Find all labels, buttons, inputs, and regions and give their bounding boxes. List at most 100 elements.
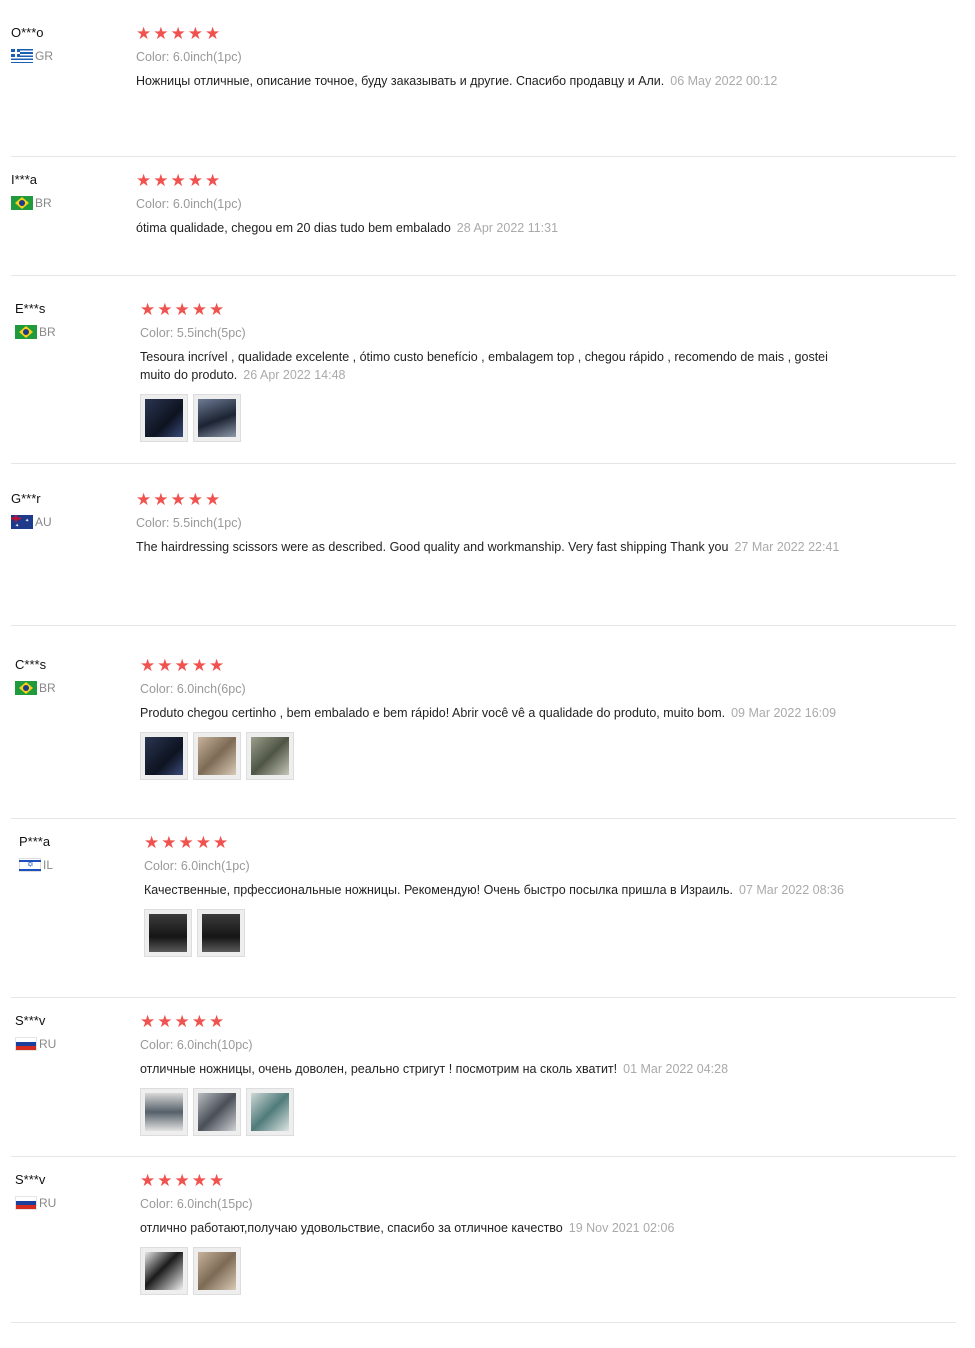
review-item: O***o GR ★★★★★ Color: 6.0inch(1pc) Ножни… bbox=[11, 25, 956, 157]
sku-value: 6.0inch(1pc) bbox=[172, 50, 242, 64]
review-item: G***r ✦ ✦ AU ★★★★★ Color: 5.5inch(1pc) Th… bbox=[11, 491, 956, 626]
reviewer-country: BR bbox=[15, 681, 125, 695]
sku-value: 6.0inch(15pc) bbox=[176, 1197, 253, 1211]
review-body: The hairdressing scissors were as descri… bbox=[136, 540, 729, 554]
sku-label: Color: bbox=[140, 682, 174, 696]
flag-icon bbox=[15, 681, 37, 695]
star-rating-icon: ★★★★★ bbox=[136, 490, 223, 509]
review-text: Produto chegou certinho , bem embalado e… bbox=[140, 704, 860, 722]
review-item: E***s BR ★★★★★ Color: 5.5inch(5pc) Tesou… bbox=[11, 301, 956, 464]
review-text: Tesoura incrível , qualidade excelente ,… bbox=[140, 348, 860, 384]
sku-info: Color: 6.0inch(1pc) bbox=[136, 197, 856, 211]
review-text: отлично работают,получаю удовольствие, с… bbox=[140, 1219, 860, 1237]
review-content: ★★★★★ Color: 6.0inch(1pc) ótima qualidad… bbox=[136, 172, 856, 237]
reviewer-info: P***a ✡ IL bbox=[19, 834, 129, 872]
review-content: ★★★★★ Color: 6.0inch(1pc) Качественные, … bbox=[144, 834, 864, 957]
country-code: BR bbox=[39, 325, 56, 339]
review-photo-thumbnail[interactable] bbox=[193, 1247, 241, 1295]
review-date: 26 Apr 2022 14:48 bbox=[243, 368, 346, 382]
review-photos bbox=[140, 394, 860, 442]
review-content: ★★★★★ Color: 6.0inch(6pc) Produto chegou… bbox=[140, 657, 860, 780]
sku-value: 5.5inch(1pc) bbox=[172, 516, 242, 530]
sku-value: 5.5inch(5pc) bbox=[176, 326, 246, 340]
sku-label: Color: bbox=[144, 859, 178, 873]
sku-info: Color: 6.0inch(6pc) bbox=[140, 682, 860, 696]
reviewer-name: P***a bbox=[19, 834, 51, 849]
flag-icon bbox=[15, 325, 37, 339]
review-photo-thumbnail[interactable] bbox=[144, 909, 192, 957]
sku-info: Color: 6.0inch(15pc) bbox=[140, 1197, 860, 1211]
sku-value: 6.0inch(1pc) bbox=[172, 197, 242, 211]
review-content: ★★★★★ Color: 5.5inch(5pc) Tesoura incrív… bbox=[140, 301, 860, 442]
reviewer-info: S***v RU bbox=[15, 1013, 125, 1051]
country-code: BR bbox=[35, 196, 52, 210]
reviewer-info: O***o GR bbox=[11, 25, 121, 63]
review-content: ★★★★★ Color: 6.0inch(15pc) отлично работ… bbox=[140, 1172, 860, 1295]
reviewer-name: G***r bbox=[11, 491, 41, 506]
review-date: 28 Apr 2022 11:31 bbox=[456, 221, 559, 235]
reviewer-name: I***a bbox=[11, 172, 38, 187]
review-photo-thumbnail[interactable] bbox=[197, 909, 245, 957]
review-photo-thumbnail[interactable] bbox=[140, 732, 188, 780]
sku-label: Color: bbox=[136, 516, 170, 530]
reviewer-name: O***o bbox=[11, 25, 44, 40]
review-body: отличные ножницы, очень доволен, реально… bbox=[140, 1062, 618, 1076]
reviewer-info: E***s BR bbox=[15, 301, 125, 339]
sku-label: Color: bbox=[136, 197, 170, 211]
country-code: IL bbox=[43, 858, 54, 872]
review-content: ★★★★★ Color: 5.5inch(1pc) The hairdressi… bbox=[136, 491, 856, 556]
sku-info: Color: 6.0inch(1pc) bbox=[136, 50, 856, 64]
sku-info: Color: 5.5inch(1pc) bbox=[136, 516, 856, 530]
review-photo-thumbnail[interactable] bbox=[140, 1088, 188, 1136]
star-rating-icon: ★★★★★ bbox=[140, 300, 227, 319]
reviewer-name: S***v bbox=[15, 1172, 46, 1187]
review-photo-thumbnail[interactable] bbox=[193, 732, 241, 780]
reviewer-country: ✡ IL bbox=[19, 858, 129, 872]
country-code: RU bbox=[39, 1196, 57, 1210]
sku-value: 6.0inch(10pc) bbox=[176, 1038, 253, 1052]
country-code: BR bbox=[39, 681, 56, 695]
review-text: Ножницы отличные, описание точное, буду … bbox=[136, 72, 856, 90]
review-item: C***s BR ★★★★★ Color: 6.0inch(6pc) Produ… bbox=[11, 657, 956, 819]
sku-label: Color: bbox=[140, 326, 174, 340]
review-item: I***a BR ★★★★★ Color: 6.0inch(1pc) ótima… bbox=[11, 172, 956, 276]
star-rating-icon: ★★★★★ bbox=[140, 1171, 227, 1190]
review-text: ótima qualidade, chegou em 20 dias tudo … bbox=[136, 219, 856, 237]
review-date: 06 May 2022 00:12 bbox=[670, 74, 778, 88]
review-body: Качественные, прфессиональные ножницы. Р… bbox=[144, 883, 734, 897]
review-item: P***a ✡ IL ★★★★★ Color: 6.0inch(1pc) Кач… bbox=[11, 834, 956, 998]
flag-icon: ✦ ✦ bbox=[11, 515, 33, 529]
review-date: 19 Nov 2021 02:06 bbox=[568, 1221, 675, 1235]
flag-icon bbox=[15, 1196, 37, 1210]
review-text: Качественные, прфессиональные ножницы. Р… bbox=[144, 881, 864, 899]
review-body: Ножницы отличные, описание точное, буду … bbox=[136, 74, 665, 88]
flag-icon bbox=[11, 49, 33, 63]
review-photos bbox=[144, 909, 864, 957]
country-code: AU bbox=[35, 515, 52, 529]
reviewer-name: S***v bbox=[15, 1013, 46, 1028]
star-rating-icon: ★★★★★ bbox=[136, 171, 223, 190]
reviewer-country: BR bbox=[11, 196, 121, 210]
review-item: S***v RU ★★★★★ Color: 6.0inch(15pc) отли… bbox=[11, 1172, 956, 1323]
sku-label: Color: bbox=[140, 1038, 174, 1052]
reviewer-info: G***r ✦ ✦ AU bbox=[11, 491, 121, 529]
review-item: S***v RU ★★★★★ Color: 6.0inch(10pc) отли… bbox=[11, 1013, 956, 1157]
review-photos bbox=[140, 1088, 860, 1136]
review-photo-thumbnail[interactable] bbox=[246, 1088, 294, 1136]
reviewer-country: RU bbox=[15, 1037, 125, 1051]
review-body: отлично работают,получаю удовольствие, с… bbox=[140, 1221, 563, 1235]
reviewer-country: ✦ ✦ AU bbox=[11, 515, 121, 529]
review-photos bbox=[140, 1247, 860, 1295]
review-photo-thumbnail[interactable] bbox=[246, 732, 294, 780]
review-date: 07 Mar 2022 08:36 bbox=[739, 883, 844, 897]
sku-info: Color: 6.0inch(1pc) bbox=[144, 859, 864, 873]
review-body: ótima qualidade, chegou em 20 dias tudo … bbox=[136, 221, 451, 235]
reviewer-name: C***s bbox=[15, 657, 47, 672]
review-photo-thumbnail[interactable] bbox=[193, 1088, 241, 1136]
star-rating-icon: ★★★★★ bbox=[140, 1012, 227, 1031]
review-photo-thumbnail[interactable] bbox=[140, 1247, 188, 1295]
review-photo-thumbnail[interactable] bbox=[140, 394, 188, 442]
reviewer-country: RU bbox=[15, 1196, 125, 1210]
review-date: 27 Mar 2022 22:41 bbox=[734, 540, 840, 554]
review-photo-thumbnail[interactable] bbox=[193, 394, 241, 442]
